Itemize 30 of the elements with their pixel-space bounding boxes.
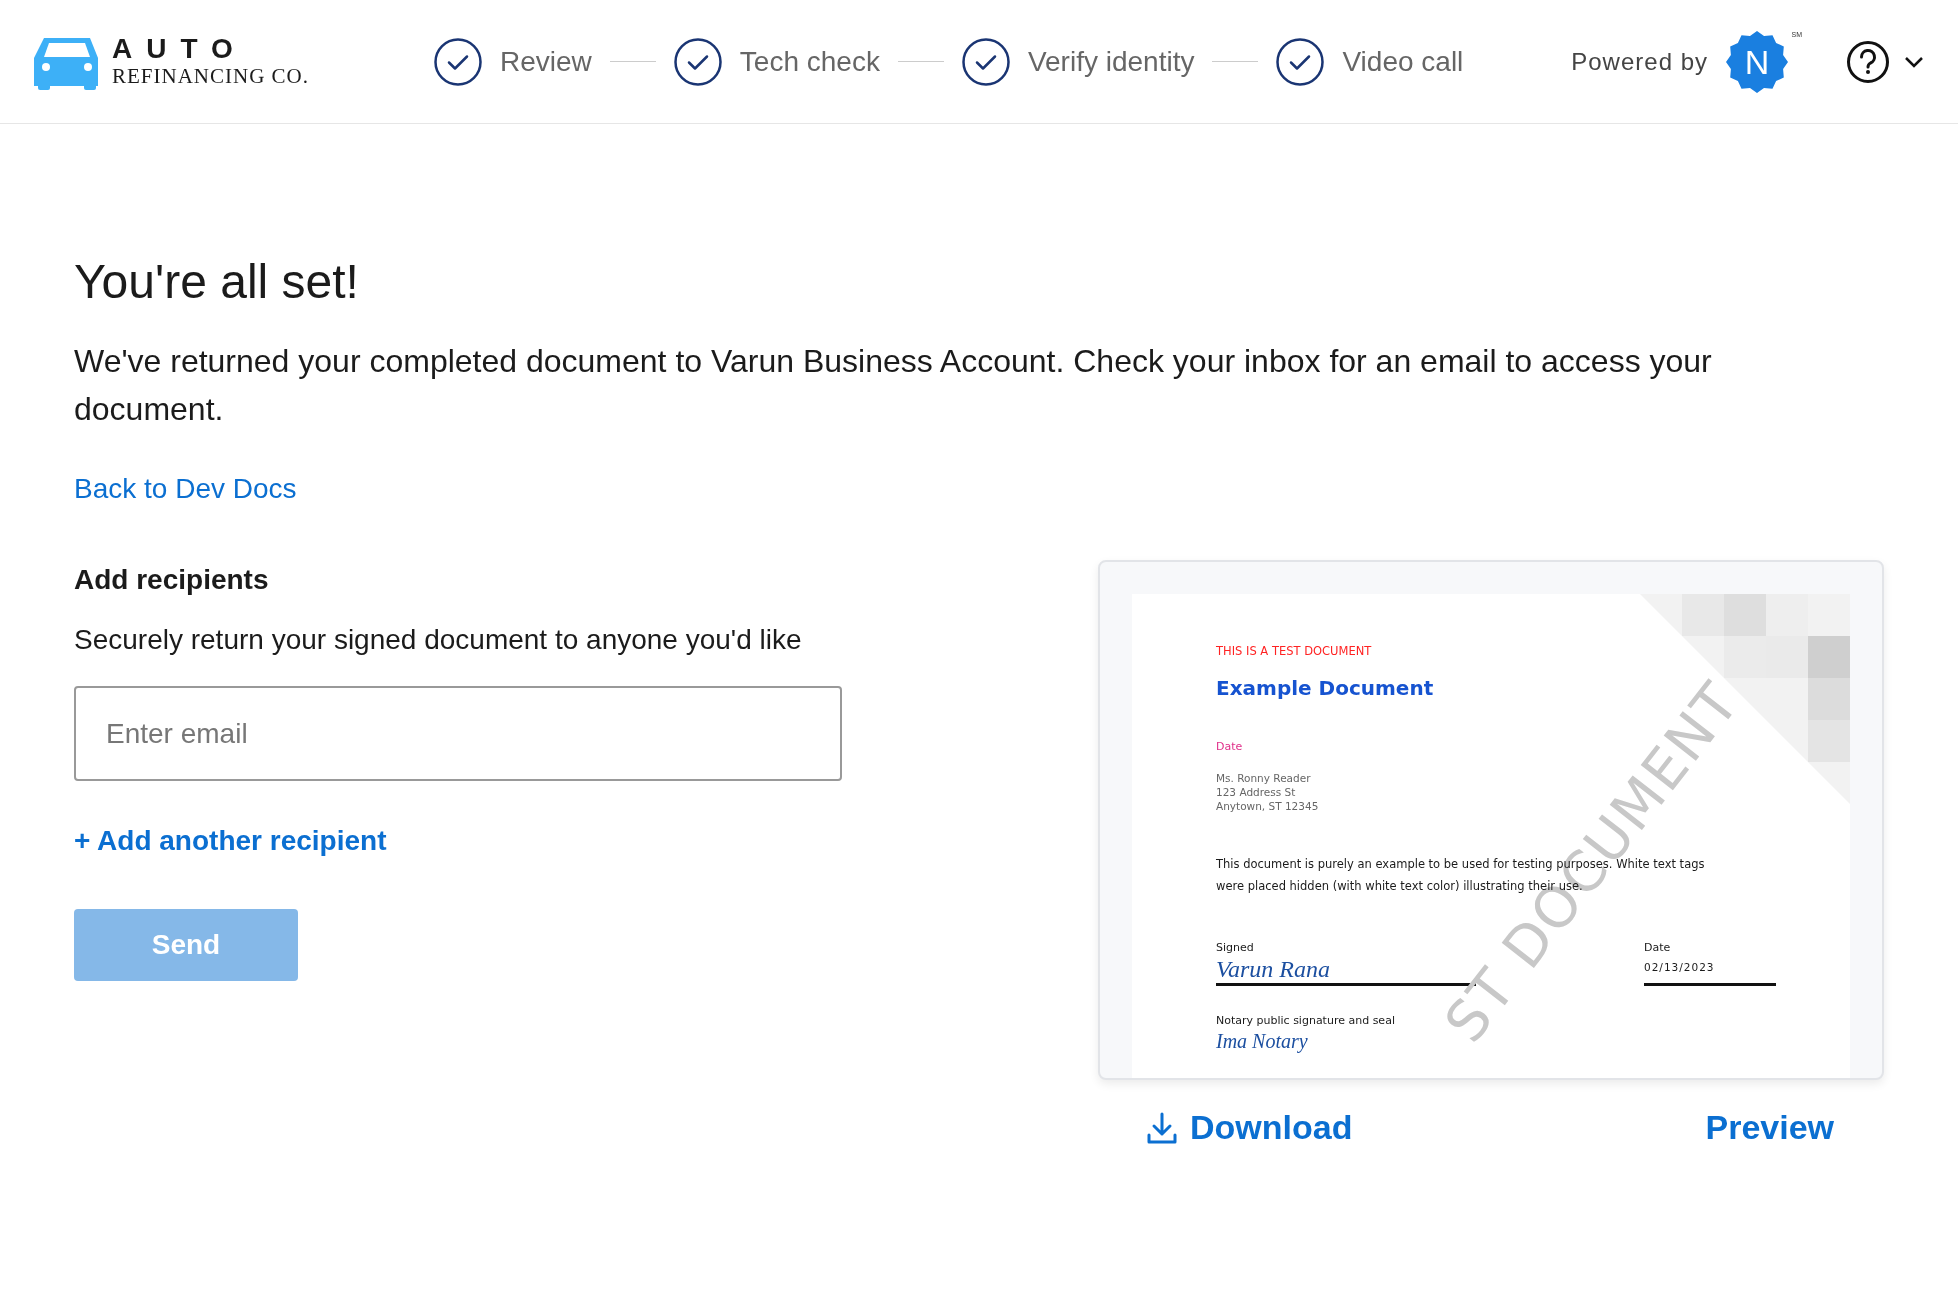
email-field[interactable]: Enter email bbox=[74, 686, 842, 781]
step-label: Tech check bbox=[739, 45, 880, 78]
download-link[interactable]: Download bbox=[1146, 1108, 1353, 1147]
back-link[interactable]: Back to Dev Docs bbox=[74, 473, 297, 504]
page-title: You're all set! bbox=[74, 254, 360, 309]
check-circle-icon bbox=[434, 37, 482, 86]
section-heading: Add recipients bbox=[74, 564, 269, 596]
download-icon bbox=[1146, 1110, 1178, 1145]
confirmation-message: We've returned your completed document to Varun Business Account. Check your inbox for an email to access your document. bbox=[74, 342, 1713, 429]
check-circle-icon bbox=[673, 37, 722, 86]
step-label: Verify identity bbox=[1027, 45, 1195, 78]
step-label: Review bbox=[500, 45, 592, 78]
signed-label: Signed bbox=[1216, 941, 1255, 954]
date-label: Date bbox=[1216, 740, 1244, 753]
notary-signature: Ima Notary bbox=[1216, 1029, 1309, 1055]
logo-title: AUTO bbox=[112, 34, 248, 64]
signature: Varun Rana bbox=[1216, 955, 1330, 983]
help-menu-button[interactable] bbox=[1846, 39, 1924, 84]
logo-subtitle: REFINANCING CO. bbox=[112, 64, 309, 89]
preview-link[interactable]: Preview bbox=[1705, 1108, 1834, 1147]
caret-icon bbox=[1904, 55, 1924, 68]
address-line: 123 Address St bbox=[1216, 785, 1297, 799]
check-circle-icon bbox=[961, 37, 1010, 86]
document-title: Example Document bbox=[1216, 676, 1435, 700]
check-circle-icon bbox=[1276, 37, 1325, 86]
section-description: Securely return your signed document to anyone you'd like bbox=[74, 624, 802, 656]
add-recipient-link[interactable]: + Add another recipient bbox=[74, 825, 387, 857]
test-document-label: THIS IS A TEST DOCUMENT bbox=[1216, 644, 1373, 658]
step-label: Video call bbox=[1342, 45, 1464, 78]
powered-by-text: Powered by bbox=[1571, 47, 1708, 76]
